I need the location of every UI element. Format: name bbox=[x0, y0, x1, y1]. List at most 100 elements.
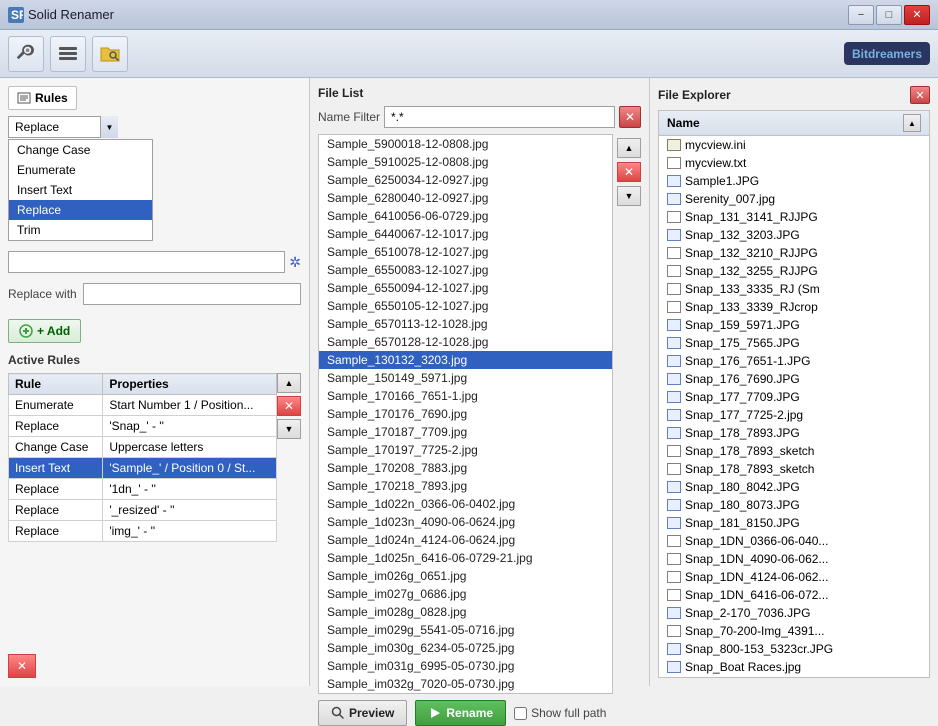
explorer-item[interactable]: Snap_133_3339_RJcrop bbox=[659, 298, 929, 316]
file-explorer-close-button[interactable]: ✕ bbox=[910, 86, 930, 104]
file-list-item[interactable]: Sample_170208_7883.jpg bbox=[319, 459, 612, 477]
file-scroll-up-button[interactable]: ▲ bbox=[617, 138, 641, 158]
file-list-item[interactable]: Sample_170197_7725-2.jpg bbox=[319, 441, 612, 459]
file-list-item[interactable]: Sample_im027g_0686.jpg bbox=[319, 585, 612, 603]
explorer-item[interactable]: Snap_132_3210_RJJPG bbox=[659, 244, 929, 262]
explorer-item[interactable]: mycview.txt bbox=[659, 154, 929, 172]
file-list-item[interactable]: Sample_6250034-12-0927.jpg bbox=[319, 171, 612, 189]
explorer-item[interactable]: Snap_Copy-Of-1DN_090... bbox=[659, 676, 929, 677]
close-button[interactable]: ✕ bbox=[904, 5, 930, 25]
explorer-item[interactable]: Snap_1DN_4090-06-062... bbox=[659, 550, 929, 568]
file-list-item[interactable]: Sample_1d023n_4090-06-0624.jpg bbox=[319, 513, 612, 531]
explorer-item[interactable]: Snap_1DN_4124-06-062... bbox=[659, 568, 929, 586]
rules-move-down-button[interactable]: ▼ bbox=[277, 419, 301, 439]
rule-type-select[interactable]: Change Case Enumerate Insert Text Replac… bbox=[8, 116, 118, 138]
file-list-item[interactable]: Sample_1d025n_6416-06-0729-21.jpg bbox=[319, 549, 612, 567]
file-list-item[interactable]: Sample_im031g_6995-05-0730.jpg bbox=[319, 657, 612, 675]
file-list-item[interactable]: Sample_6550105-12-1027.jpg bbox=[319, 297, 612, 315]
explorer-item[interactable]: Snap_1DN_6416-06-072... bbox=[659, 586, 929, 604]
file-scroll-down-button[interactable]: ▼ bbox=[617, 186, 641, 206]
rules-table-row[interactable]: Replace'img_' - '' bbox=[9, 521, 277, 542]
folder-search-button[interactable] bbox=[92, 36, 128, 72]
rules-table-row[interactable]: Change CaseUppercase letters bbox=[9, 437, 277, 458]
file-list-item[interactable]: Sample_6410056-06-0729.jpg bbox=[319, 207, 612, 225]
explorer-item[interactable]: Snap_132_3203.JPG bbox=[659, 226, 929, 244]
file-list-item[interactable]: Sample_6550094-12-1027.jpg bbox=[319, 279, 612, 297]
explorer-list-container[interactable]: Name ▲ mycview.inimycview.txtSample1.JPG… bbox=[658, 110, 930, 678]
file-list-item[interactable]: Sample_1d024n_4124-06-0624.jpg bbox=[319, 531, 612, 549]
explorer-item[interactable]: Snap_180_8042.JPG bbox=[659, 478, 929, 496]
file-list-item[interactable]: Sample_im026g_0651.jpg bbox=[319, 567, 612, 585]
rules-table-row[interactable]: Replace'_resized' - '' bbox=[9, 500, 277, 521]
file-list-item[interactable]: Sample_6510078-12-1027.jpg bbox=[319, 243, 612, 261]
file-list-container[interactable]: Sample_5900018-12-0808.jpgSample_5910025… bbox=[318, 134, 613, 694]
show-full-path-checkbox[interactable] bbox=[514, 707, 527, 720]
rules-tab[interactable]: Rules bbox=[8, 86, 77, 110]
file-list-item[interactable]: Sample_6550083-12-1027.jpg bbox=[319, 261, 612, 279]
rules-table-row[interactable]: Replace'Snap_' - '' bbox=[9, 416, 277, 437]
rules-table-row[interactable]: EnumerateStart Number 1 / Position... bbox=[9, 395, 277, 416]
explorer-item[interactable]: Snap_176_7690.JPG bbox=[659, 370, 929, 388]
search-text-input[interactable] bbox=[8, 251, 285, 273]
explorer-file-list[interactable]: mycview.inimycview.txtSample1.JPGSerenit… bbox=[659, 136, 929, 677]
rename-button[interactable]: Rename bbox=[415, 700, 506, 726]
explorer-item[interactable]: Sample1.JPG bbox=[659, 172, 929, 190]
dropdown-option-enumerate[interactable]: Enumerate bbox=[9, 160, 152, 180]
star-button[interactable]: ✲ bbox=[289, 254, 301, 271]
add-button[interactable]: + Add bbox=[8, 319, 81, 343]
minimize-button[interactable]: − bbox=[848, 5, 874, 25]
explorer-item[interactable]: Snap_178_7893.JPG bbox=[659, 424, 929, 442]
explorer-item[interactable]: Snap_181_8150.JPG bbox=[659, 514, 929, 532]
file-list-item[interactable]: Sample_170187_7709.jpg bbox=[319, 423, 612, 441]
file-list-item[interactable]: Sample_im029g_5541-05-0716.jpg bbox=[319, 621, 612, 639]
file-list-item[interactable]: Sample_130132_3203.jpg bbox=[319, 351, 612, 369]
explorer-item[interactable]: Snap_132_3255_RJJPG bbox=[659, 262, 929, 280]
preview-button[interactable]: Preview bbox=[318, 700, 407, 726]
explorer-item[interactable]: Snap_178_7893_sketch bbox=[659, 460, 929, 478]
explorer-item[interactable]: mycview.ini bbox=[659, 136, 929, 154]
wrench-button[interactable] bbox=[8, 36, 44, 72]
clear-rules-button[interactable]: ✕ bbox=[8, 654, 36, 678]
dropdown-option-insert-text[interactable]: Insert Text bbox=[9, 180, 152, 200]
explorer-item[interactable]: Snap_177_7709.JPG bbox=[659, 388, 929, 406]
file-list-item[interactable]: Sample_im030g_6234-05-0725.jpg bbox=[319, 639, 612, 657]
file-list-item[interactable]: Sample_170218_7893.jpg bbox=[319, 477, 612, 495]
file-list-item[interactable]: Sample_5910025-12-0808.jpg bbox=[319, 153, 612, 171]
file-list-item[interactable]: Sample_6280040-12-0927.jpg bbox=[319, 189, 612, 207]
clear-filter-button[interactable]: ✕ bbox=[619, 106, 641, 128]
file-list-item[interactable]: Sample_150149_5971.jpg bbox=[319, 369, 612, 387]
explorer-item[interactable]: Snap_175_7565.JPG bbox=[659, 334, 929, 352]
explorer-item[interactable]: Snap_Boat Races.jpg bbox=[659, 658, 929, 676]
explorer-item[interactable]: Serenity_007.jpg bbox=[659, 190, 929, 208]
rules-table-row[interactable]: Replace'1dn_' - '' bbox=[9, 479, 277, 500]
dropdown-option-trim[interactable]: Trim bbox=[9, 220, 152, 240]
explorer-item[interactable]: Snap_2-170_7036.JPG bbox=[659, 604, 929, 622]
rules-move-up-button[interactable]: ▲ bbox=[277, 373, 301, 393]
file-list-item[interactable]: Sample_6570128-12-1028.jpg bbox=[319, 333, 612, 351]
rules-table-row[interactable]: Insert Text'Sample_' / Position 0 / St..… bbox=[9, 458, 277, 479]
file-list-item[interactable]: Sample_6570113-12-1028.jpg bbox=[319, 315, 612, 333]
file-remove-button[interactable]: ✕ bbox=[617, 162, 641, 182]
explorer-item[interactable]: Snap_177_7725-2.jpg bbox=[659, 406, 929, 424]
dropdown-option-change-case[interactable]: Change Case bbox=[9, 140, 152, 160]
name-filter-input[interactable] bbox=[384, 106, 615, 128]
file-list-item[interactable]: Sample_6440067-12-1017.jpg bbox=[319, 225, 612, 243]
explorer-scroll-up-button[interactable]: ▲ bbox=[903, 114, 921, 132]
explorer-item[interactable]: Snap_1DN_0366-06-040... bbox=[659, 532, 929, 550]
dropdown-option-replace[interactable]: Replace bbox=[9, 200, 152, 220]
explorer-item[interactable]: Snap_133_3335_RJ (Sm bbox=[659, 280, 929, 298]
file-list-item[interactable]: Sample_im032g_7020-05-0730.jpg bbox=[319, 675, 612, 693]
list-button[interactable] bbox=[50, 36, 86, 72]
file-list-item[interactable]: Sample_170176_7690.jpg bbox=[319, 405, 612, 423]
maximize-button[interactable]: □ bbox=[876, 5, 902, 25]
file-list-item[interactable]: Sample_5900018-12-0808.jpg bbox=[319, 135, 612, 153]
explorer-item[interactable]: Snap_70-200-Img_4391... bbox=[659, 622, 929, 640]
file-list-item[interactable]: Sample_170166_7651-1.jpg bbox=[319, 387, 612, 405]
explorer-item[interactable]: Snap_176_7651-1.JPG bbox=[659, 352, 929, 370]
file-list-item[interactable]: Sample_1d022n_0366-06-0402.jpg bbox=[319, 495, 612, 513]
explorer-item[interactable]: Snap_800-153_5323cr.JPG bbox=[659, 640, 929, 658]
replace-with-input[interactable] bbox=[83, 283, 301, 305]
explorer-item[interactable]: Snap_131_3141_RJJPG bbox=[659, 208, 929, 226]
explorer-item[interactable]: Snap_178_7893_sketch bbox=[659, 442, 929, 460]
rules-delete-button[interactable]: ✕ bbox=[277, 396, 301, 416]
